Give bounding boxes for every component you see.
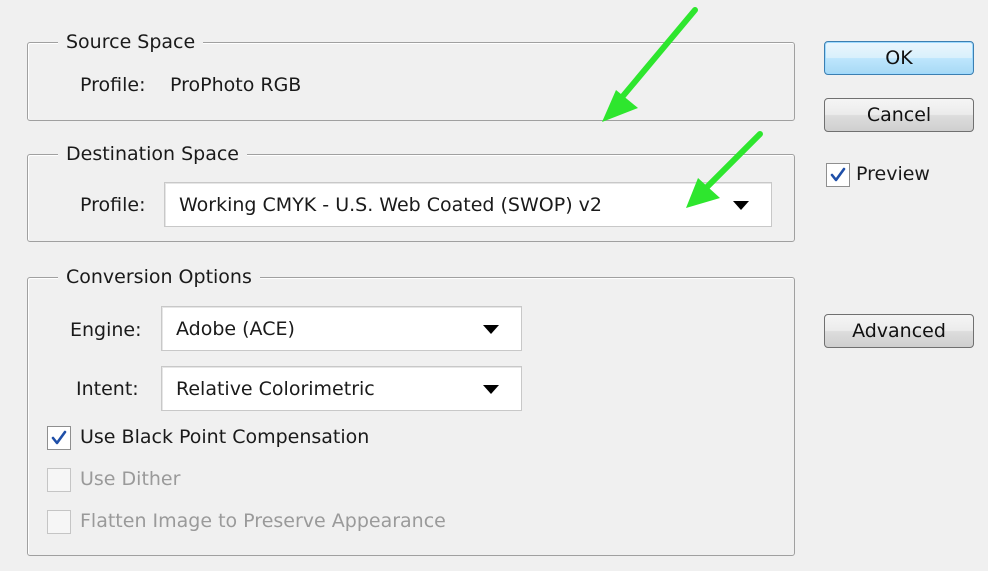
destination-space-legend: Destination Space <box>58 142 247 166</box>
intent-label: Intent: <box>76 378 139 400</box>
intent-dropdown[interactable]: Relative Colorimetric <box>161 366 522 411</box>
cancel-button[interactable]: Cancel <box>824 98 974 132</box>
annotation-arrow-icon <box>602 7 698 122</box>
ok-button[interactable]: OK <box>824 41 974 75</box>
engine-value: Adobe (ACE) <box>176 317 295 340</box>
conversion-options-legend: Conversion Options <box>58 265 260 289</box>
destination-profile-value: Working CMYK - U.S. Web Coated (SWOP) v2 <box>179 193 602 216</box>
chevron-down-icon <box>483 324 499 334</box>
source-profile-value: ProPhoto RGB <box>170 74 302 96</box>
dither-label: Use Dither <box>80 468 181 490</box>
destination-profile-label: Profile: <box>80 194 146 216</box>
source-space-legend: Source Space <box>58 30 204 54</box>
engine-label: Engine: <box>70 319 142 341</box>
advanced-button[interactable]: Advanced <box>824 314 974 348</box>
flatten-checkbox[interactable] <box>47 510 71 534</box>
intent-value: Relative Colorimetric <box>176 377 375 400</box>
source-profile-label: Profile: <box>80 74 146 96</box>
flatten-label: Flatten Image to Preserve Appearance <box>80 510 446 532</box>
dither-checkbox[interactable] <box>47 468 71 492</box>
chevron-down-icon <box>483 384 499 394</box>
checkmark-icon <box>51 430 67 445</box>
preview-label: Preview <box>856 163 930 185</box>
preview-checkbox[interactable] <box>826 163 850 187</box>
annotation-arrow-icon <box>686 131 763 208</box>
black-point-checkbox[interactable] <box>47 426 71 450</box>
checkmark-icon <box>830 167 846 182</box>
engine-dropdown[interactable]: Adobe (ACE) <box>161 306 522 351</box>
black-point-label: Use Black Point Compensation <box>80 426 370 448</box>
